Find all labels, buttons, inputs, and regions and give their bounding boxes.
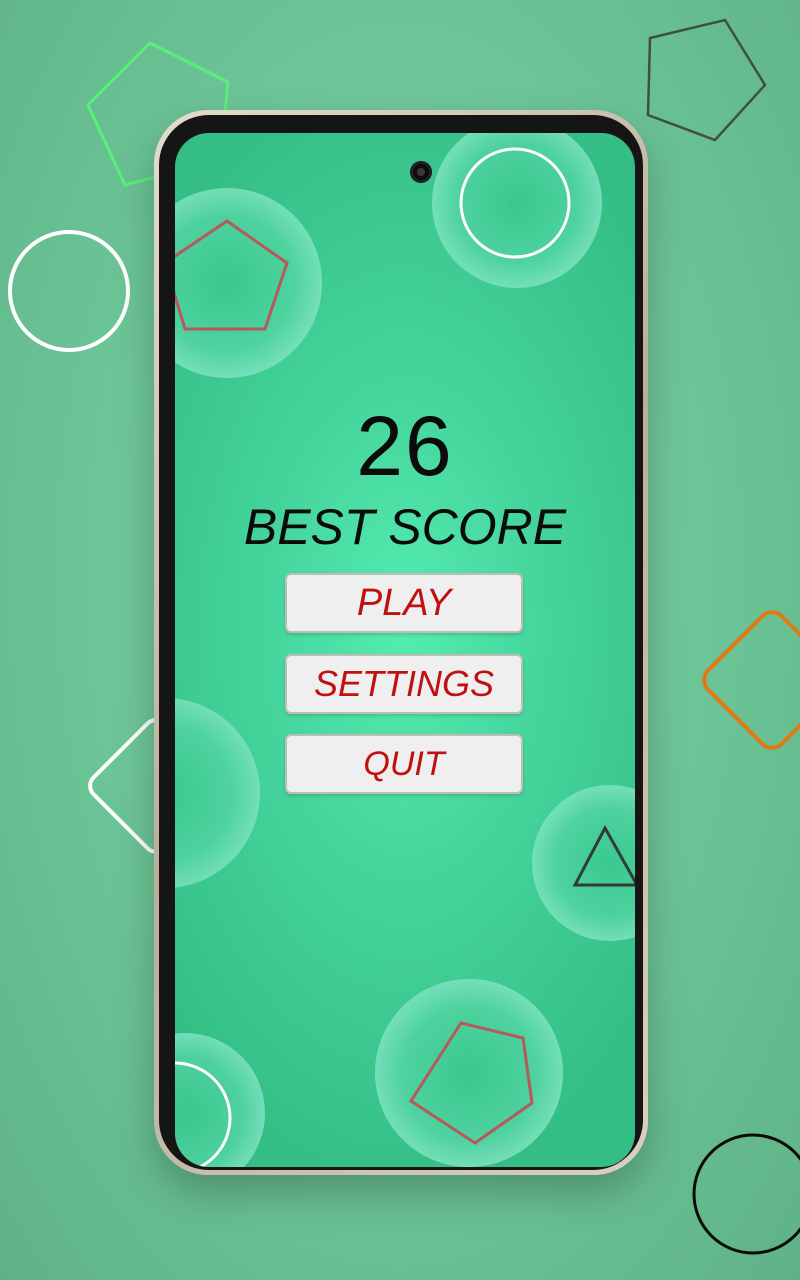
phone-bezel: 26 BEST SCORE PLAY SETTINGS QUIT xyxy=(159,115,643,1170)
diamond-outline-icon xyxy=(702,610,800,750)
circle-bubble-icon xyxy=(175,1033,265,1167)
settings-button[interactable]: SETTINGS xyxy=(285,654,523,714)
diamond-bubble-icon xyxy=(175,698,260,888)
quit-button[interactable]: QUIT xyxy=(285,734,523,794)
pentagon-bubble-icon xyxy=(175,188,322,378)
circle-outline-icon xyxy=(692,1133,800,1255)
play-button[interactable]: PLAY xyxy=(285,573,523,633)
triangle-bubble-icon xyxy=(532,785,635,941)
pentagon-outline-icon xyxy=(646,18,767,142)
pentagon-bubble-icon xyxy=(375,979,563,1167)
circle-outline-icon xyxy=(8,230,130,352)
best-score-label: BEST SCORE xyxy=(243,499,567,555)
screen-decor xyxy=(175,133,635,1167)
score-value: 26 xyxy=(356,399,454,493)
phone-frame: 26 BEST SCORE PLAY SETTINGS QUIT xyxy=(154,110,648,1175)
front-camera xyxy=(410,161,432,183)
game-screen: 26 BEST SCORE PLAY SETTINGS QUIT xyxy=(175,133,635,1167)
circle-bubble-icon xyxy=(432,133,602,288)
